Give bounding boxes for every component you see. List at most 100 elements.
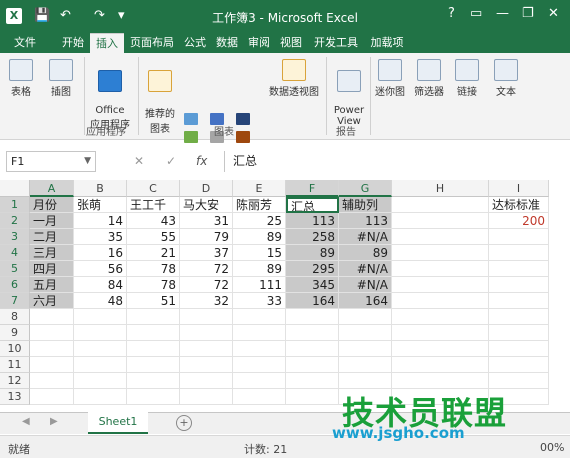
ribbon-display-options-icon[interactable]: ▭ (470, 6, 482, 21)
cell-a7[interactable]: 六月 (30, 293, 74, 309)
zoom-level[interactable]: 00% (540, 441, 564, 454)
tab-formulas[interactable]: 公式 (180, 33, 210, 53)
tab-view[interactable]: 视图 (276, 33, 306, 53)
cancel-icon[interactable]: ✕ (134, 154, 144, 168)
cell-i6[interactable] (489, 277, 549, 293)
row-header-12[interactable]: 12 (0, 373, 30, 389)
cell-i8[interactable] (489, 309, 549, 325)
cell-d4[interactable]: 37 (180, 245, 233, 261)
cell-i12[interactable] (489, 373, 549, 389)
tab-add-ins[interactable]: 加载项 (366, 33, 408, 53)
column-header-h[interactable]: H (392, 180, 489, 197)
cell-i11[interactable] (489, 357, 549, 373)
cell-g5[interactable]: #N/A (339, 261, 392, 277)
cell-f1[interactable]: 汇总 (286, 197, 339, 213)
cell-a13[interactable] (30, 389, 74, 405)
cell-g10[interactable] (339, 341, 392, 357)
cell-e6[interactable]: 111 (233, 277, 286, 293)
cell-c3[interactable]: 55 (127, 229, 180, 245)
cell-a3[interactable]: 二月 (30, 229, 74, 245)
cell-f9[interactable] (286, 325, 339, 341)
cell-c9[interactable] (127, 325, 180, 341)
row-header-2[interactable]: 2 (0, 213, 30, 229)
cell-h6[interactable] (392, 277, 489, 293)
name-box[interactable]: F1 ▼ (6, 151, 96, 172)
filter-button[interactable]: 筛选器 (410, 59, 448, 98)
cell-i7[interactable] (489, 293, 549, 309)
cell-f10[interactable] (286, 341, 339, 357)
cell-i3[interactable] (489, 229, 549, 245)
cell-d3[interactable]: 79 (180, 229, 233, 245)
cell-d11[interactable] (180, 357, 233, 373)
text-button[interactable]: 文本 (488, 59, 524, 98)
cell-d5[interactable]: 72 (180, 261, 233, 277)
scroll-left-icon[interactable]: ◀ (22, 416, 30, 427)
cell-c12[interactable] (127, 373, 180, 389)
illustrations-button[interactable]: 插图 (46, 59, 76, 98)
scroll-right-icon[interactable]: ▶ (50, 416, 58, 427)
cell-a2[interactable]: 一月 (30, 213, 74, 229)
cell-e11[interactable] (233, 357, 286, 373)
tab-data[interactable]: 数据 (212, 33, 242, 53)
cell-i1[interactable]: 达标标准 (489, 197, 549, 213)
cell-h8[interactable] (392, 309, 489, 325)
cell-f3[interactable]: 258 (286, 229, 339, 245)
cell-i9[interactable] (489, 325, 549, 341)
column-header-a[interactable]: A (30, 180, 74, 197)
chevron-down-icon[interactable]: ▼ (84, 152, 91, 171)
column-header-b[interactable]: B (74, 180, 127, 197)
cell-h7[interactable] (392, 293, 489, 309)
cell-b12[interactable] (74, 373, 127, 389)
help-icon[interactable]: ? (448, 6, 455, 21)
row-header-4[interactable]: 4 (0, 245, 30, 261)
cell-h10[interactable] (392, 341, 489, 357)
cell-c13[interactable] (127, 389, 180, 405)
cell-b1[interactable]: 张萌 (74, 197, 127, 213)
cell-h2[interactable] (392, 213, 489, 229)
cell-g3[interactable]: #N/A (339, 229, 392, 245)
column-header-e[interactable]: E (233, 180, 286, 197)
cell-c10[interactable] (127, 341, 180, 357)
cell-c4[interactable]: 21 (127, 245, 180, 261)
cell-f12[interactable] (286, 373, 339, 389)
cell-f5[interactable]: 295 (286, 261, 339, 277)
cell-g2[interactable]: 113 (339, 213, 392, 229)
recommended-charts-button[interactable]: 推荐的 图表 (142, 59, 178, 135)
insert-function-icon[interactable]: fx (196, 154, 207, 168)
cell-f11[interactable] (286, 357, 339, 373)
cell-b6[interactable]: 84 (74, 277, 127, 293)
links-button[interactable]: 链接 (450, 59, 484, 98)
row-header-6[interactable]: 6 (0, 277, 30, 293)
stock-chart-icon[interactable] (236, 131, 250, 143)
cell-c2[interactable]: 43 (127, 213, 180, 229)
cell-h11[interactable] (392, 357, 489, 373)
line-chart-icon[interactable] (184, 131, 198, 143)
cell-c6[interactable]: 78 (127, 277, 180, 293)
cell-g4[interactable]: 89 (339, 245, 392, 261)
row-header-1[interactable]: 1 (0, 197, 30, 213)
cell-c11[interactable] (127, 357, 180, 373)
restore-icon[interactable]: ❐ (522, 6, 534, 21)
enter-icon[interactable]: ✓ (166, 154, 176, 168)
row-header-11[interactable]: 11 (0, 357, 30, 373)
cell-d2[interactable]: 31 (180, 213, 233, 229)
row-header-13[interactable]: 13 (0, 389, 30, 405)
cell-i5[interactable] (489, 261, 549, 277)
add-sheet-icon[interactable]: + (176, 415, 192, 431)
tab-page-layout[interactable]: 页面布局 (126, 33, 178, 53)
cell-c1[interactable]: 王工千 (127, 197, 180, 213)
cell-c8[interactable] (127, 309, 180, 325)
cell-g12[interactable] (339, 373, 392, 389)
scatter-chart-icon[interactable] (236, 113, 250, 125)
cell-g6[interactable]: #N/A (339, 277, 392, 293)
cell-g1[interactable]: 辅助列 (339, 197, 392, 213)
tab-developer[interactable]: 开发工具 (310, 33, 362, 53)
pivot-chart-button[interactable]: 数据透视图 (266, 59, 322, 98)
row-header-10[interactable]: 10 (0, 341, 30, 357)
cell-f4[interactable]: 89 (286, 245, 339, 261)
cell-e5[interactable]: 89 (233, 261, 286, 277)
cell-b5[interactable]: 56 (74, 261, 127, 277)
cell-f8[interactable] (286, 309, 339, 325)
cell-g8[interactable] (339, 309, 392, 325)
cell-e3[interactable]: 89 (233, 229, 286, 245)
